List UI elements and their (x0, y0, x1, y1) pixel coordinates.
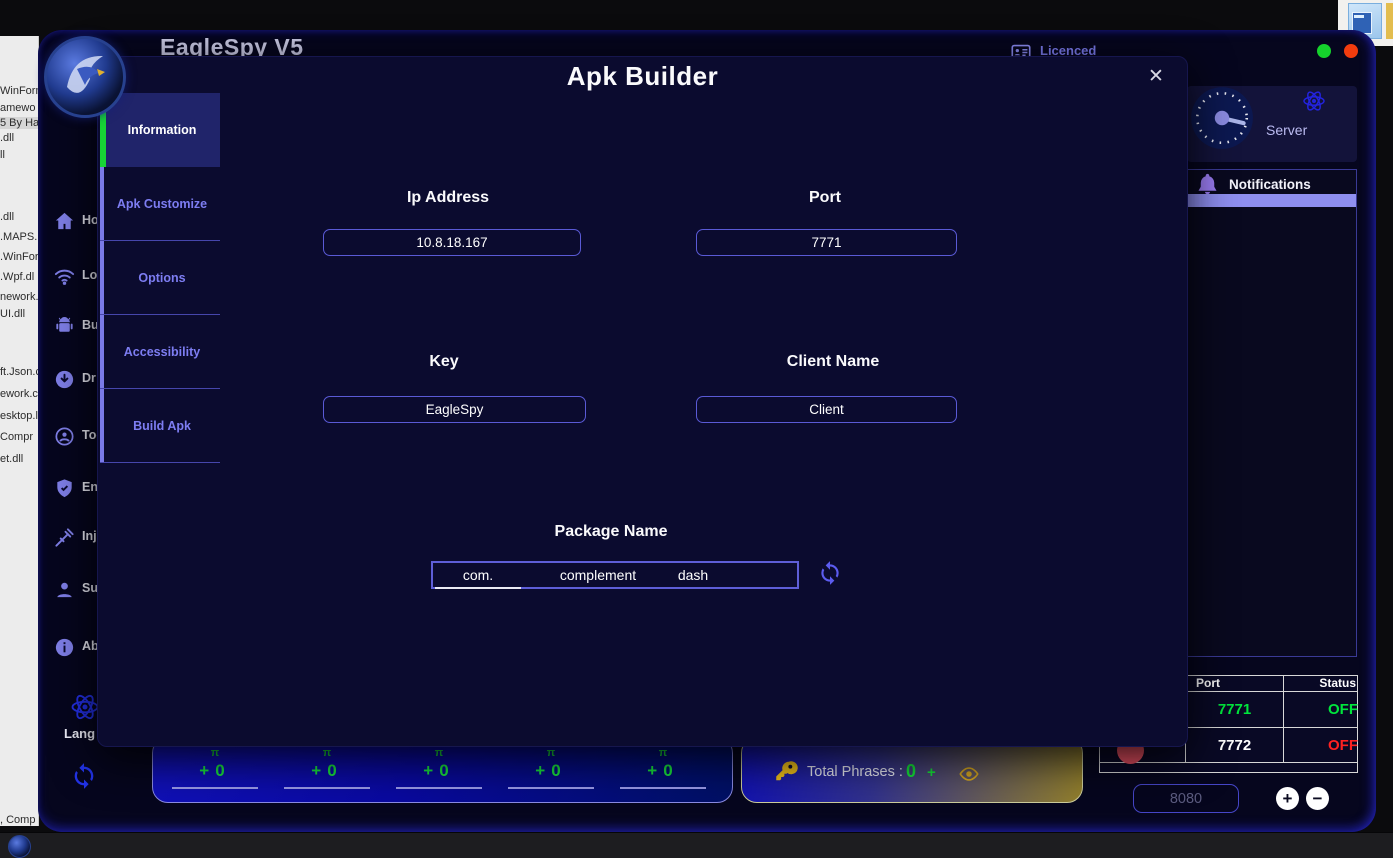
close-icon[interactable]: ✕ (1144, 65, 1168, 89)
bg-file: , Comp (0, 814, 38, 826)
modal-title: Apk Builder (98, 61, 1187, 92)
notification-highlight-row[interactable] (1188, 194, 1356, 207)
port-status[interactable]: OFF (1284, 728, 1358, 763)
bg-file: ll (0, 149, 38, 161)
bg-file: .WinFor (0, 251, 38, 263)
bg-file: .dll (0, 132, 38, 144)
download-icon (53, 368, 76, 391)
port-input[interactable] (696, 229, 957, 256)
window-icon-bar (1354, 15, 1364, 18)
tab-information[interactable]: Information (100, 93, 220, 167)
shield-icon (53, 477, 76, 500)
regenerate-package-icon[interactable] (817, 560, 843, 586)
folder-icon-fragment (1386, 3, 1393, 39)
bg-file: .dll (0, 211, 38, 223)
port-status[interactable]: OFF (1284, 692, 1358, 728)
info-icon (53, 636, 76, 659)
tab-apk-customize[interactable]: Apk Customize (100, 167, 220, 241)
port-value[interactable]: 7771 (1186, 692, 1284, 728)
server-label: Server (1266, 122, 1307, 138)
bg-file: amewo (0, 102, 38, 114)
sidebar-item-support[interactable]: Su (82, 581, 98, 595)
new-port-input[interactable] (1133, 784, 1239, 813)
package-prefix-segment[interactable]: com. (435, 563, 521, 589)
package-suffix-segment[interactable]: dash (658, 563, 728, 587)
counter-icon: π (503, 747, 599, 759)
tab-build-apk[interactable]: Build Apk (100, 389, 220, 463)
bg-file-selected: 5 By Ha (0, 117, 38, 129)
key-input[interactable] (323, 396, 586, 423)
counter-icon: π (279, 747, 375, 759)
bg-file: nework. (0, 291, 38, 303)
gauge-icon (1189, 85, 1255, 151)
sidebar-item-language[interactable]: Lang (64, 726, 95, 741)
notifications-title: Notifications (1229, 177, 1311, 192)
notifications-panel (1187, 169, 1357, 657)
port-label: Port (725, 189, 925, 207)
sidebar-item-dropper[interactable]: Dr (82, 371, 96, 385)
add-port-button[interactable]: + (1276, 787, 1299, 810)
tools-icon (53, 425, 76, 448)
package-middle-segment[interactable]: complement (533, 563, 663, 587)
bg-file: et.dll (0, 453, 38, 465)
wifi-icon (53, 265, 76, 288)
key-label: Key (344, 353, 544, 371)
sidebar-item-logs[interactable]: Lo (82, 268, 97, 282)
background-file-list: WinForm amewo 5 By Ha .dll ll .dll .MAPS… (0, 36, 39, 826)
inject-icon (53, 526, 76, 549)
counter-icon: π (167, 747, 263, 759)
android-icon (53, 315, 76, 338)
bg-file: Compr (0, 431, 38, 443)
status-column-header: Status (1284, 675, 1358, 692)
support-icon (53, 578, 76, 601)
total-phrases-label: Total Phrases : (807, 764, 903, 780)
minimize-button[interactable] (1317, 44, 1331, 58)
total-phrases-count: 0 (906, 761, 916, 782)
port-value[interactable]: 7772 (1186, 728, 1284, 763)
taskbar (0, 832, 1393, 858)
eagle-taskbar-icon[interactable] (8, 835, 31, 858)
package-name-label: Package Name (511, 523, 711, 541)
bg-file: .MAPS. (0, 231, 38, 243)
bg-file: .Wpf.dl (0, 271, 38, 283)
ip-address-label: Ip Address (348, 189, 548, 207)
remove-port-button[interactable]: − (1306, 787, 1329, 810)
counter-icon: π (615, 747, 711, 759)
atom-icon[interactable] (70, 692, 100, 722)
sidebar-item-inject[interactable]: Inj (82, 529, 97, 543)
home-icon (53, 210, 76, 233)
bg-file: WinForm (0, 85, 38, 97)
add-phrase-button[interactable]: + (927, 764, 936, 781)
eye-icon[interactable] (958, 763, 980, 785)
client-name-input[interactable] (696, 396, 957, 423)
ip-address-input[interactable] (323, 229, 581, 256)
screen: WinForm amewo 5 By Ha .dll ll .dll .MAPS… (0, 0, 1393, 858)
bg-file: ft.Json.c (0, 366, 38, 378)
close-app-button[interactable] (1344, 44, 1358, 58)
counter-icon: π (391, 747, 487, 759)
bg-file: ework.c (0, 388, 38, 400)
tab-accessibility[interactable]: Accessibility (100, 315, 220, 389)
bg-file: esktop.l (0, 410, 38, 422)
tab-options[interactable]: Options (100, 241, 220, 315)
key-icon (773, 758, 799, 784)
apk-builder-modal: Apk Builder ✕ Information Apk Customize … (97, 56, 1188, 747)
sidebar-item-encrypt[interactable]: En (82, 480, 98, 494)
atom-icon (1302, 89, 1326, 113)
client-name-label: Client Name (733, 353, 933, 371)
package-name-input[interactable]: com. complement dash (431, 561, 799, 589)
port-column-header: Port (1186, 675, 1284, 692)
eagle-logo (44, 36, 126, 118)
refresh-icon[interactable] (70, 762, 98, 790)
bg-file: UI.dll (0, 308, 38, 320)
